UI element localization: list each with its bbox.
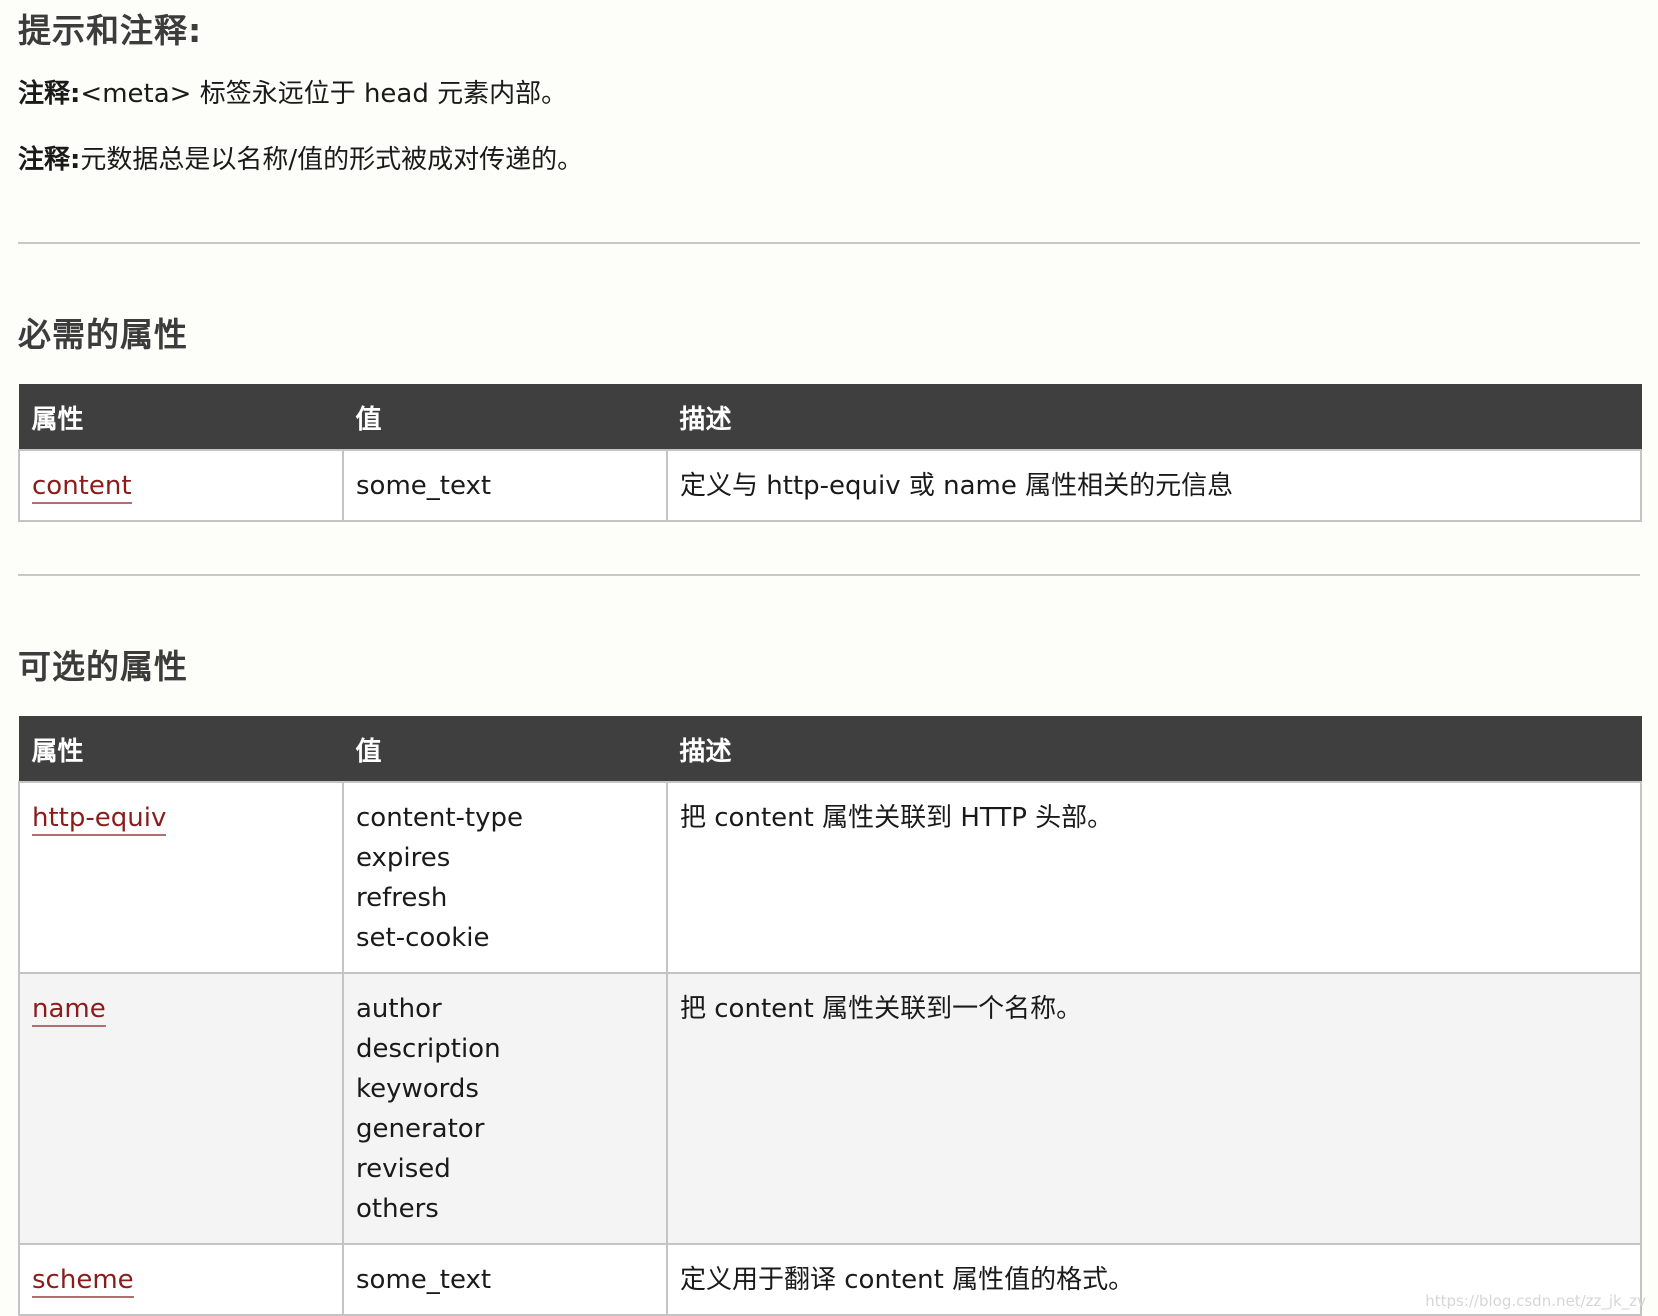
attribute-link-scheme[interactable]: scheme [32, 1265, 134, 1298]
value-cell: content-type expires refresh set-cookie [342, 781, 668, 974]
section-divider [18, 574, 1640, 576]
note-text: <meta> 标签永远位于 head 元素内部。 [80, 79, 568, 109]
value-item: others [356, 1194, 439, 1224]
description-cell: 把 content 属性关联到 HTTP 头部。 [666, 781, 1642, 974]
watermark: https://blog.csdn.net/zz_jk_zv [1425, 1292, 1646, 1310]
value-item: description [356, 1034, 501, 1064]
value-item: generator [356, 1114, 485, 1144]
table-header-row: 属性 值 描述 [18, 384, 1642, 451]
header-description: 描述 [666, 716, 1642, 783]
optional-attributes-title: 可选的属性 [18, 647, 188, 686]
value-item: some_text [356, 471, 492, 501]
value-item: author [356, 994, 442, 1024]
attribute-cell: content [18, 449, 344, 522]
note-label: 注释: [18, 145, 81, 175]
header-value: 值 [342, 716, 668, 783]
required-attributes-title: 必需的属性 [18, 315, 188, 354]
table-row-http-equiv: http-equiv content-type expires refresh … [18, 781, 1642, 974]
header-attribute: 属性 [18, 716, 344, 783]
description-cell: 把 content 属性关联到一个名称。 [666, 972, 1642, 1245]
value-item: expires [356, 843, 451, 873]
value-item: content-type [356, 803, 524, 833]
value-cell: some_text [342, 449, 668, 522]
required-attributes-table: 属性 值 描述 content some_text 定义与 http-equiv… [18, 384, 1642, 522]
tips-title: 提示和注释: [18, 11, 203, 50]
attribute-cell: http-equiv [18, 781, 344, 974]
header-value: 值 [342, 384, 668, 451]
value-cell: author description keywords generator re… [342, 972, 668, 1245]
table-header-row: 属性 值 描述 [18, 716, 1642, 783]
value-item: revised [356, 1154, 451, 1184]
header-description: 描述 [666, 384, 1642, 451]
attribute-link-content[interactable]: content [32, 471, 132, 504]
value-item: refresh [356, 883, 448, 913]
header-attribute: 属性 [18, 384, 344, 451]
note-label: 注释: [18, 79, 81, 109]
value-item: keywords [356, 1074, 479, 1104]
value-cell: some_text [342, 1243, 668, 1316]
attribute-cell: name [18, 972, 344, 1245]
attribute-cell: scheme [18, 1243, 344, 1316]
table-row-scheme: scheme some_text 定义用于翻译 content 属性值的格式。 [18, 1243, 1642, 1316]
attribute-link-name[interactable]: name [32, 994, 106, 1027]
table-row-name: name author description keywords generat… [18, 972, 1642, 1245]
note-meta-head: 注释:<meta> 标签永远位于 head 元素内部。 [18, 76, 567, 112]
value-item: some_text [356, 1265, 492, 1295]
attribute-link-http-equiv[interactable]: http-equiv [32, 803, 167, 836]
note-text: 元数据总是以名称/值的形式被成对传递的。 [80, 145, 584, 175]
optional-attributes-table: 属性 值 描述 http-equiv content-type expires … [18, 716, 1642, 1316]
value-item: set-cookie [356, 923, 490, 953]
table-row-content: content some_text 定义与 http-equiv 或 name … [18, 449, 1642, 522]
note-name-value: 注释:元数据总是以名称/值的形式被成对传递的。 [18, 142, 583, 178]
description-cell: 定义与 http-equiv 或 name 属性相关的元信息 [666, 449, 1642, 522]
section-divider [18, 242, 1640, 244]
